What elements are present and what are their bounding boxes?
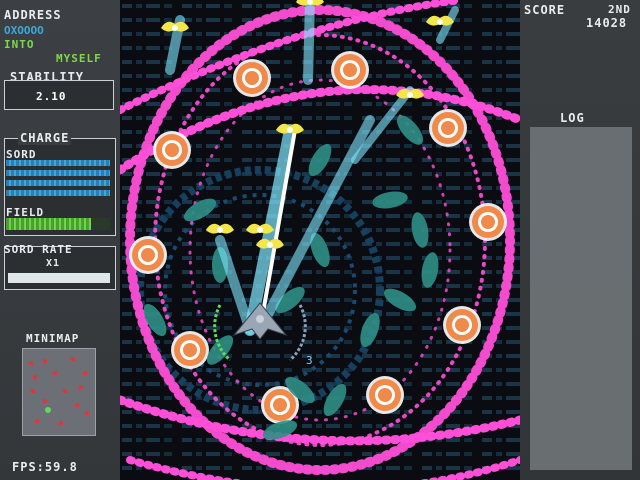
myself-label: MYSELF	[56, 52, 102, 65]
minimap-enemy-marker	[85, 411, 89, 415]
target-ring	[443, 306, 481, 344]
minimap-label: MINIMAP	[26, 332, 80, 345]
address-code: OXOOOO	[4, 24, 44, 37]
minimap-enemy-marker	[43, 399, 47, 403]
target-ring	[331, 51, 369, 89]
target-ring	[429, 109, 467, 147]
minimap-enemy-marker	[59, 421, 63, 425]
minimap-enemy-marker	[33, 375, 37, 379]
minimap	[22, 348, 96, 436]
left-hud-panel: ADDRESS OXOOOO INTO MYSELF STABILITY 2.1…	[0, 0, 120, 480]
fps-counter: FPS:59.8	[12, 460, 78, 474]
minimap-enemy-marker	[63, 389, 67, 393]
lock-count: 3	[306, 354, 313, 367]
score-value: 14028	[586, 16, 628, 30]
target-ring	[153, 131, 191, 169]
minimap-enemy-marker	[43, 359, 47, 363]
minimap-enemy-marker	[53, 371, 57, 375]
charge-label: CHARGE	[18, 131, 72, 145]
sord-rate-value: X1	[46, 258, 61, 269]
log-label: LOG	[560, 111, 585, 125]
target-ring	[233, 59, 271, 97]
minimap-enemy-marker	[79, 385, 83, 389]
target-ring	[469, 203, 507, 241]
minimap-enemy-marker	[83, 371, 87, 375]
sord-rate-label: SORD RATE	[4, 243, 73, 256]
minimap-enemy-marker	[71, 357, 75, 361]
playfield: 3	[120, 0, 520, 480]
address-label: ADDRESS	[4, 8, 62, 22]
stability-value: 2.10	[36, 90, 67, 103]
sord-meter	[6, 160, 110, 200]
target-ring	[366, 376, 404, 414]
minimap-enemy-marker	[35, 419, 39, 423]
minimap-enemy-marker	[75, 403, 79, 407]
minimap-enemy-marker	[29, 361, 33, 365]
score-label: SCORE	[524, 3, 566, 17]
rank-label: 2ND	[608, 3, 631, 16]
game-scene: 3	[120, 0, 520, 480]
minimap-enemy-marker	[31, 389, 35, 393]
minimap-player-marker	[45, 407, 51, 413]
field-meter	[6, 218, 110, 230]
sord-rate-meter	[8, 273, 110, 283]
into-label: INTO	[4, 38, 35, 51]
target-ring	[171, 331, 209, 369]
target-ring	[129, 236, 167, 274]
log-panel	[530, 127, 632, 470]
enemy-drone	[296, 0, 324, 6]
